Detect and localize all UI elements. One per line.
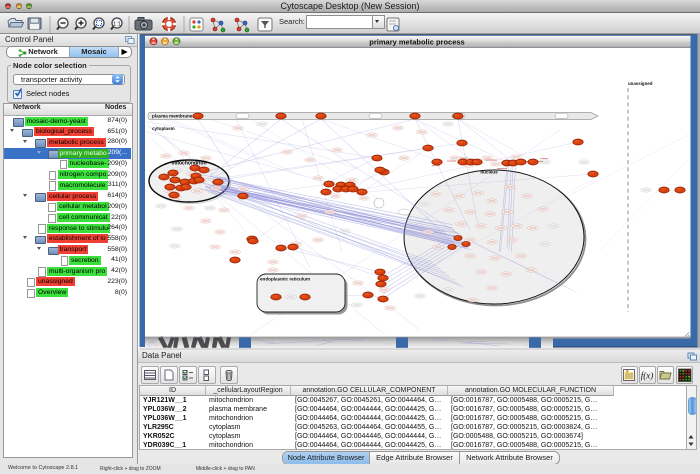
svg-text:f(x): f(x) (641, 371, 654, 381)
svg-text:mitochondrion: mitochondrion (172, 161, 207, 167)
svg-text:1:1: 1:1 (113, 22, 121, 28)
svg-text:endoplasmic reticulum: endoplasmic reticulum (260, 277, 310, 282)
svg-text:plasma membrane: plasma membrane (152, 114, 193, 119)
svg-text:cytoplasm: cytoplasm (152, 126, 175, 131)
svg-text:primary metabolic process: primary metabolic process (369, 38, 464, 47)
svg-text:unassigned: unassigned (628, 81, 653, 86)
svg-text:nucleus: nucleus (480, 170, 498, 175)
